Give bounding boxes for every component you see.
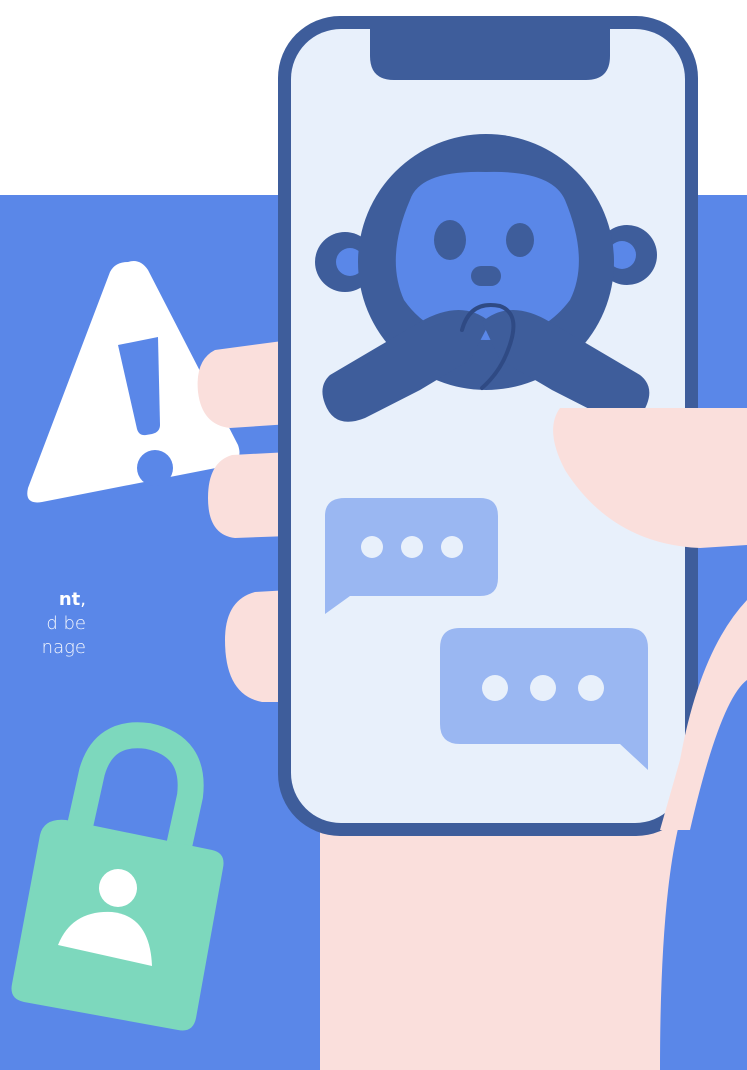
- chat-right-dot-3: [578, 675, 604, 701]
- monkey-left-eye: [434, 220, 466, 260]
- illustration-scene: nt, d be nage: [0, 0, 747, 1070]
- monkey-right-eye: [506, 223, 534, 257]
- left-fingers: [197, 340, 290, 702]
- chat-left-dot-1: [361, 536, 383, 558]
- phone-notch: [370, 16, 610, 80]
- exclamation-dot: [137, 450, 173, 486]
- monkey-nose: [471, 266, 501, 286]
- chat-left-dot-2: [401, 536, 423, 558]
- chat-right-dot-2: [530, 675, 556, 701]
- lock-user-head: [99, 869, 137, 907]
- illustration-art: [11, 16, 747, 1070]
- chat-right-dot-1: [482, 675, 508, 701]
- chat-left-dot-3: [441, 536, 463, 558]
- padlock-user-icon: [11, 722, 224, 1031]
- monkey-face: [395, 171, 579, 340]
